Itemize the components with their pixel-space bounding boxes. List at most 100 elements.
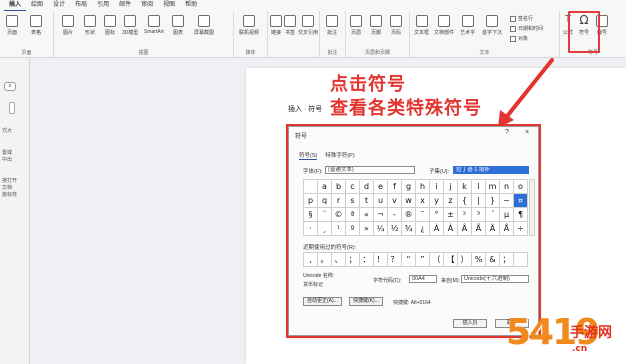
signature-icon (510, 15, 516, 22)
pane-text-2: 置或 (2, 150, 13, 156)
footer-button[interactable]: 页脚 (370, 15, 382, 36)
watermark-url: .cn (572, 344, 588, 354)
pane-text-5: 文档 (2, 185, 13, 191)
ribbon-tabs: 插入 绘图 设计 布局 引用 邮件 审阅 视图 帮助 (0, 0, 626, 11)
group-comments-label: 批注 (327, 50, 338, 56)
group-media: 联机视频 媒体 (234, 11, 268, 57)
icons-button[interactable]: 图标 (104, 15, 116, 36)
textbox-icon (415, 15, 428, 27)
date-time-label: 日期和时间 (518, 26, 544, 32)
cube-icon (124, 15, 137, 27)
3d-models-button-label: 3D模型 (122, 30, 139, 36)
tab-draw[interactable]: 绘图 (26, 0, 48, 10)
tab-references[interactable]: 引用 (92, 0, 114, 10)
group-illustrations-label: 插图 (138, 50, 149, 56)
signature-line-button[interactable]: 签名行 (510, 15, 533, 22)
search-icon[interactable]: ⌕ (4, 82, 16, 91)
tab-insert[interactable]: 插入 (4, 0, 27, 11)
pane-text-6: 篇标样 (2, 192, 18, 198)
ribbon-groups: 页面 表格 页面 图片 形状 图标 3D模型 SmartArt 图表 屏幕截图 … (0, 11, 626, 57)
icons-icon (104, 15, 116, 27)
navigation-pane: ⌕ 式大 置或 中出 按打开 文档 篇标样 (0, 58, 30, 364)
app-window: 插入 绘图 设计 布局 引用 邮件 审阅 视图 帮助 页面 表格 页面 图片 形… (0, 0, 626, 364)
tab-review[interactable]: 审阅 (136, 0, 158, 10)
group-text: 文本框 文档部件 艺术字 首字下沉 签名行 日期和时间 对象 文本 (410, 11, 560, 57)
3d-models-button[interactable]: 3D模型 (122, 15, 138, 36)
smartart-icon (147, 15, 160, 27)
cross-reference-button[interactable]: 交叉引用 (298, 15, 318, 36)
screenshot-button[interactable]: 屏幕截图 (194, 15, 214, 36)
shapes-icon (84, 15, 96, 27)
tab-mailings[interactable]: 邮件 (114, 0, 136, 10)
page-number-button[interactable]: 页码 (390, 15, 402, 36)
chart-icon (172, 15, 184, 27)
textbox-button[interactable]: 文本框 (414, 15, 429, 36)
calendar-icon (510, 25, 516, 32)
group-pages: 页面 表格 页面 (0, 11, 54, 57)
screenshot-button-label: 屏幕截图 (194, 30, 215, 36)
group-header-footer-label: 页眉和页脚 (364, 50, 390, 56)
bookmark-button[interactable]: 书签 (284, 15, 296, 36)
shapes-button-label: 形状 (84, 30, 95, 36)
ribbon: 插入 绘图 设计 布局 引用 邮件 审阅 视图 帮助 页面 表格 页面 图片 形… (0, 0, 626, 58)
wordart-icon (461, 15, 474, 27)
quick-parts-icon (438, 15, 450, 27)
header-icon (350, 15, 362, 27)
chart-button-label: 图表 (172, 30, 183, 36)
chart-button[interactable]: 图表 (172, 15, 184, 36)
group-header-footer: 页眉 页脚 页码 页眉和页脚 (346, 11, 410, 57)
wordart-button-label: 艺术字 (460, 30, 476, 36)
pages-button[interactable]: 页面 (6, 15, 18, 36)
smartart-button-label: SmartArt (144, 29, 164, 35)
site-watermark: 5419 手游网 .cn (506, 312, 626, 364)
picture-button[interactable]: 图片 (62, 15, 74, 36)
tab-view[interactable]: 视图 (158, 0, 180, 10)
document-text-line[interactable]: 插入 · 符号 (288, 104, 322, 114)
comment-icon (326, 15, 338, 27)
object-icon (510, 35, 516, 42)
comment-button[interactable]: 批注 (326, 15, 338, 36)
page-icon (6, 15, 18, 27)
header-button[interactable]: 页眉 (350, 15, 362, 36)
object-label: 对象 (518, 36, 529, 42)
pages-button-label: 页面 (6, 30, 17, 36)
bookmark-icon (284, 15, 296, 27)
shapes-button[interactable]: 形状 (84, 15, 96, 36)
pane-text-4: 按打开 (2, 178, 18, 184)
tab-design[interactable]: 设计 (48, 0, 70, 10)
table-button-label: 表格 (30, 30, 41, 36)
page-number-icon (390, 15, 402, 27)
drop-cap-button[interactable]: 首字下沉 (482, 15, 502, 36)
signature-line-label: 签名行 (518, 16, 534, 22)
picture-icon (62, 15, 74, 27)
link-icon (270, 15, 282, 27)
table-icon (30, 15, 42, 27)
online-video-button[interactable]: 联机视频 (239, 15, 259, 36)
date-time-button[interactable]: 日期和时间 (510, 25, 543, 32)
pane-scroll-handle[interactable] (9, 102, 15, 114)
tab-layout[interactable]: 布局 (70, 0, 92, 10)
link-button[interactable]: 链接 (270, 15, 282, 36)
watermark-text: 手游网 (570, 325, 612, 341)
wordart-button[interactable]: 艺术字 (460, 15, 475, 36)
icons-button-label: 图标 (104, 30, 115, 36)
online-video-button-label: 联机视频 (239, 30, 260, 36)
object-button[interactable]: 对象 (510, 35, 528, 42)
comment-button-label: 批注 (326, 30, 337, 36)
quick-parts-button[interactable]: 文档部件 (434, 15, 454, 36)
tab-help[interactable]: 帮助 (180, 0, 202, 10)
footer-icon (370, 15, 382, 27)
pane-text-1: 式大 (2, 128, 13, 134)
page-number-button-label: 页码 (390, 30, 401, 36)
table-button[interactable]: 表格 (30, 15, 42, 36)
group-text-label: 文本 (479, 50, 490, 56)
quick-parts-button-label: 文档部件 (434, 30, 455, 36)
group-illustrations: 图片 形状 图标 3D模型 SmartArt 图表 屏幕截图 插图 (54, 11, 234, 57)
annotation-line-2: 查看各类特殊符号 (330, 98, 482, 119)
link-button-label: 链接 (270, 30, 281, 36)
drop-cap-button-label: 首字下沉 (482, 30, 503, 36)
bookmark-button-label: 书签 (284, 30, 295, 36)
smartart-button[interactable]: SmartArt (144, 15, 164, 35)
picture-button-label: 图片 (62, 30, 73, 36)
drop-cap-icon (486, 15, 498, 27)
